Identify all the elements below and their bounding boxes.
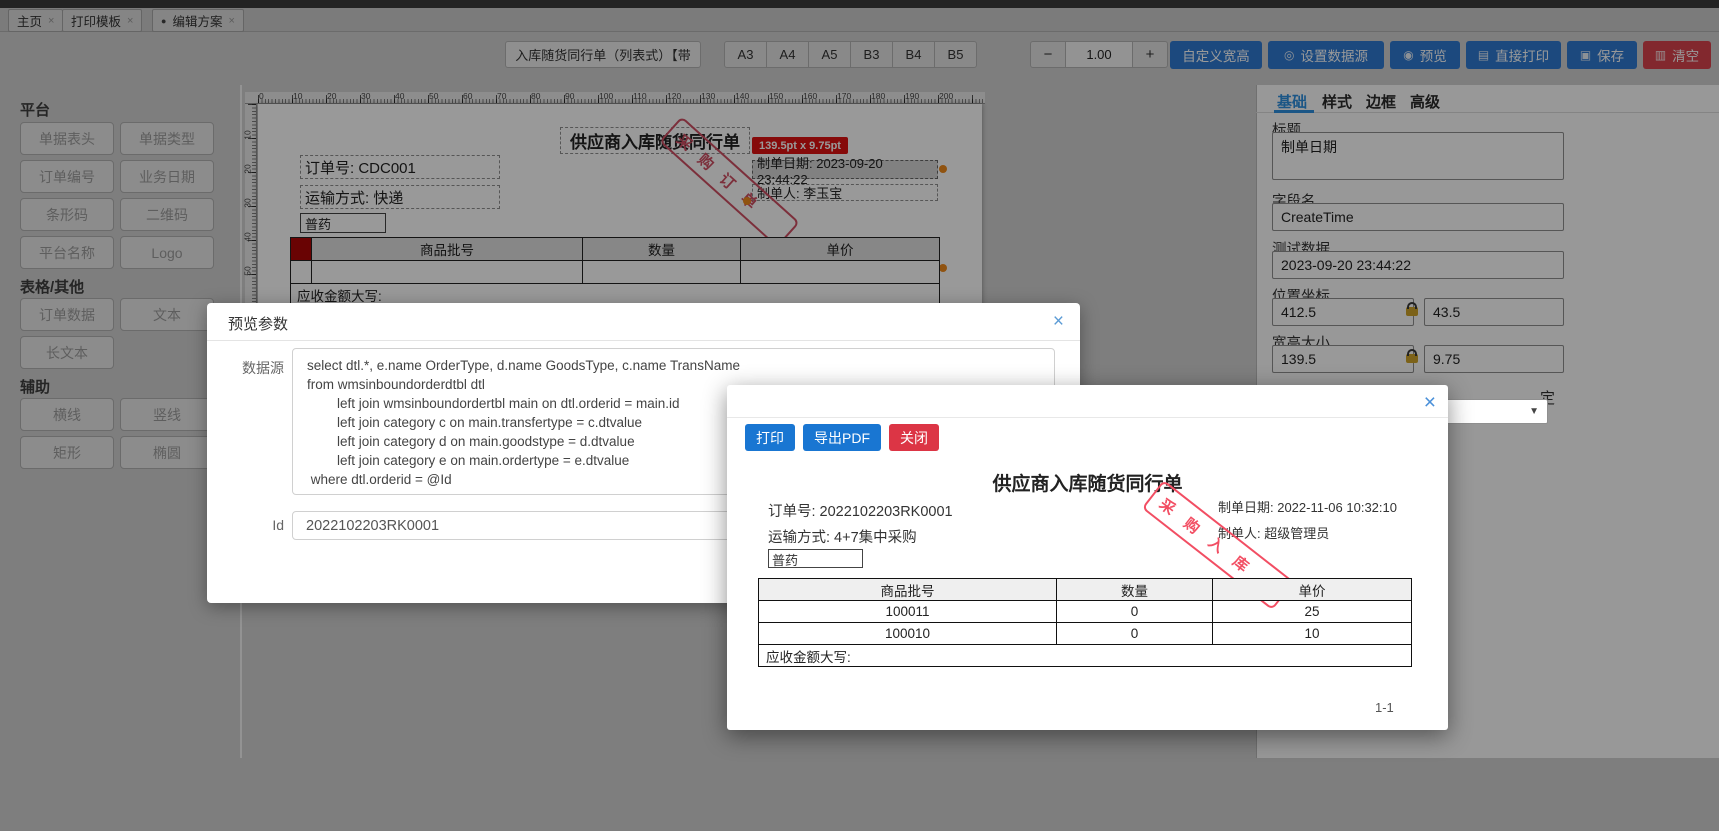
- app-screen: 主页 × 打印模板 × ● 编辑方案 × 入库随货同行单（列表式）【带 A3 A…: [0, 0, 1719, 831]
- table-row: 100010 0 10: [758, 622, 1412, 645]
- preview-goods-type-box: 普药: [768, 549, 863, 568]
- preview-create-date: 制单日期: 2022-11-06 10:32:10: [1218, 500, 1397, 515]
- close-icon[interactable]: ×: [1053, 312, 1064, 331]
- print-preview-modal: × 打印 导出PDF 关闭 供应商入库随货同行单 订单号: 2022102203…: [727, 385, 1448, 730]
- id-label: Id: [272, 517, 284, 533]
- modal-divider: [727, 417, 1448, 418]
- close-icon[interactable]: ×: [1424, 392, 1436, 413]
- preview-doc-title: 供应商入库随货同行单: [992, 474, 1183, 495]
- cell-price: 25: [1212, 600, 1412, 623]
- print-button[interactable]: 打印: [745, 424, 795, 451]
- cell-batch: 100010: [758, 622, 1057, 645]
- chevron-down-icon: ▼: [1529, 406, 1539, 417]
- cell-price: 10: [1212, 622, 1412, 645]
- cell-qty: 0: [1056, 622, 1213, 645]
- close-preview-button[interactable]: 关闭: [889, 424, 939, 451]
- col-header-qty: 数量: [1056, 578, 1213, 601]
- datasource-label: 数据源: [242, 360, 284, 376]
- modal-title: 预览参数: [228, 316, 289, 333]
- page-number: 1-1: [1375, 700, 1394, 715]
- modal-header: [207, 303, 1080, 341]
- table-row: 100011 0 25: [758, 600, 1412, 623]
- col-header-price: 单价: [1212, 578, 1412, 601]
- preview-transport: 运输方式: 4+7集中采购: [768, 530, 917, 546]
- cell-batch: 100011: [758, 600, 1057, 623]
- preview-order-no: 订单号: 2022102203RK0001: [768, 504, 953, 520]
- preview-items-table: 商品批号 数量 单价 100011 0 25 100010 0 10 应收金额大…: [758, 578, 1412, 667]
- export-pdf-button[interactable]: 导出PDF: [803, 424, 881, 451]
- col-header-batch: 商品批号: [758, 578, 1057, 601]
- table-footer-amount: 应收金额大写:: [758, 644, 1412, 667]
- cell-qty: 0: [1056, 600, 1213, 623]
